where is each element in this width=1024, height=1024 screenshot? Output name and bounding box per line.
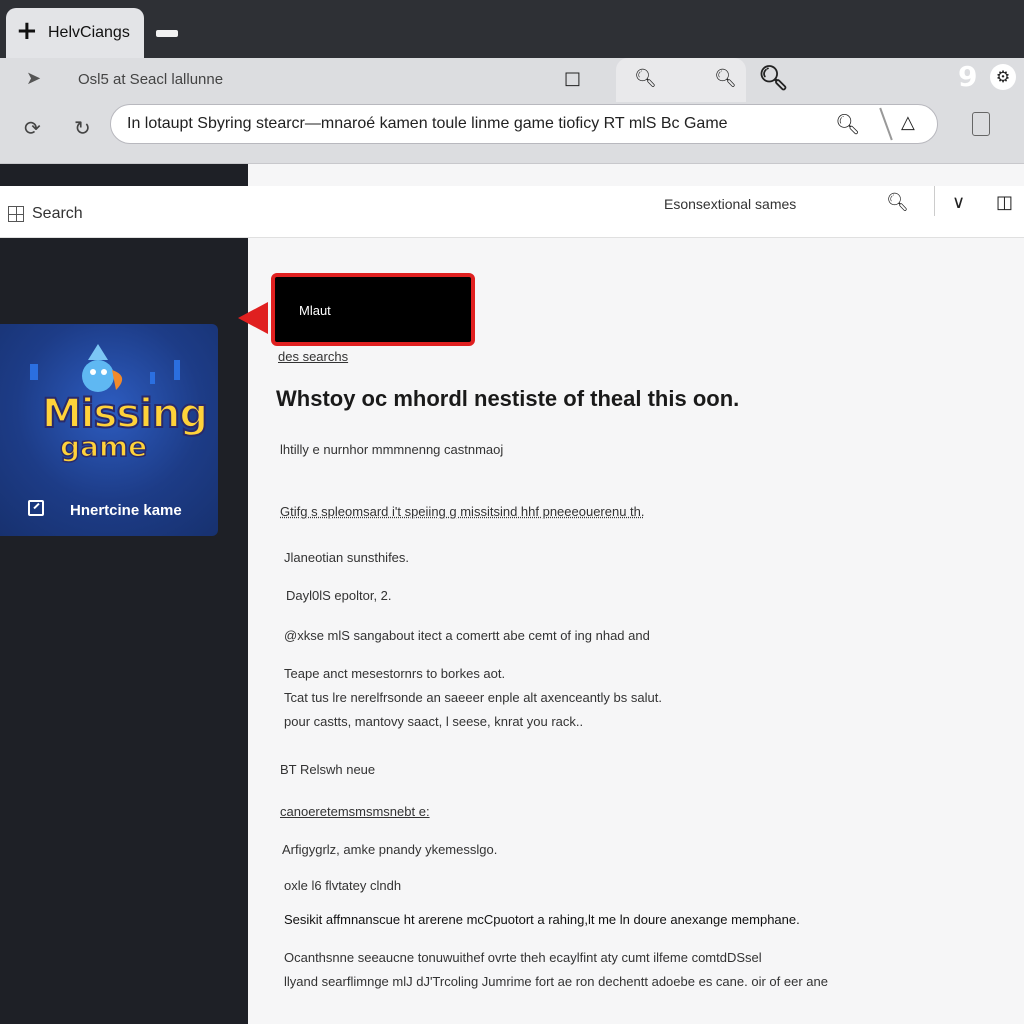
content-line: Dayl0lS epoltor, 2. <box>286 588 392 603</box>
content-line: BT Relswh neue <box>280 762 376 777</box>
search-label[interactable]: Search <box>32 205 83 223</box>
divider <box>934 186 935 216</box>
address-bar[interactable]: In lotaupt Sbyring stearcr—mnaroé kamen … <box>110 104 938 144</box>
link-icon[interactable]: ↻ <box>74 116 91 140</box>
search-icon[interactable]: 🔍︎ <box>634 68 657 89</box>
callout-text: Mlaut <box>299 303 331 318</box>
address-text[interactable]: In lotaupt Sbyring stearcr—mnaroé kamen … <box>127 115 728 133</box>
content-link[interactable]: des searchs <box>278 349 348 364</box>
content-line: Gtifg s spleomsard i't speiing g missits… <box>280 504 645 519</box>
arrow-icon[interactable]: ➤ <box>26 68 41 89</box>
page-header: Search Esonsextional sames 🔍︎ ∨ ◫ <box>0 186 1024 238</box>
plus-icon[interactable]: + <box>16 18 38 44</box>
page-heading: Whstoy oc mhordl nestiste of theal this … <box>276 386 740 411</box>
external-link-icon[interactable] <box>28 500 44 516</box>
game-title-line2: game <box>59 430 148 463</box>
game-title-line1: Missing <box>41 391 209 437</box>
search-icon[interactable]: 🔍︎ <box>886 192 909 213</box>
callout-arrow-icon <box>238 302 268 334</box>
page-title-bar: Osl5 at Seacl lallunne <box>78 71 224 88</box>
trash-icon[interactable]: ◫ <box>996 192 1013 213</box>
sidebar-top <box>0 164 248 186</box>
content-line: llyand searflimnge mlJ dJ'Trcoling Jumri… <box>284 974 828 989</box>
content-line: pour castts, mantovy saact, l seese, knr… <box>284 714 584 729</box>
search-icon[interactable]: 🔍︎ <box>758 64 788 92</box>
tab-strip: + HelvCiangs <box>0 0 1024 58</box>
content-line: canoeretemsmsmsnebt e: <box>280 804 430 819</box>
header-link[interactable]: Esonsextional sames <box>664 196 796 212</box>
search-icon[interactable]: 🔍︎ <box>835 112 860 136</box>
content-line: Tcat tus lre nerelfrsonde an saeeer enpl… <box>284 690 662 705</box>
content-line: @xkse mlS sangabout itect a comertt abe … <box>284 628 650 643</box>
callout-box[interactable]: Mlaut <box>271 273 475 346</box>
chevron-down-icon[interactable]: ∨ <box>952 192 965 213</box>
nav-bar: ➤ Osl5 at Seacl lallunne □ 🔍︎ 🔍︎ 🔍︎ 9 ⚙ <box>0 58 1024 102</box>
browser-tab[interactable]: + HelvCiangs <box>6 8 144 58</box>
game-card-label[interactable]: Hnertcine kame <box>70 502 182 519</box>
refresh-icon[interactable]: ⟳ <box>24 116 41 140</box>
content-line: Sesikit affmnanscue ht arerene mcCpuotor… <box>284 912 800 927</box>
search-icon[interactable]: 🔍︎ <box>714 68 737 89</box>
address-bar-row: ⟳ ↻ In lotaupt Sbyring stearcr—mnaroé ka… <box>0 102 1024 164</box>
divider <box>879 107 893 141</box>
content-line: Teape anct mesestornrs to borkes aot. <box>284 666 506 681</box>
grid-icon[interactable] <box>8 206 24 222</box>
content-line: Arfigygrlz, amke pnandy ykemesslgo. <box>282 842 498 857</box>
new-tab-button[interactable] <box>156 30 178 37</box>
tab-title: HelvCiangs <box>48 24 130 41</box>
content-line: Ocanthsnne seeaucne tonuwuithef ovrte th… <box>284 950 762 965</box>
profile-icon[interactable]: 9 <box>958 60 977 93</box>
square-icon[interactable]: □ <box>564 68 581 89</box>
content-line: oxle l6 flvtatey clndh <box>284 878 402 893</box>
content-line: Jlaneotian sunsthifes. <box>284 550 410 565</box>
extension-icon[interactable] <box>972 112 990 136</box>
share-icon[interactable]: △ <box>901 112 915 133</box>
content-line: lhtilly e nurnhor mmmnenng castnmaoj <box>280 442 504 457</box>
game-card[interactable]: Missing game Hnertcine kame <box>0 324 218 536</box>
settings-icon[interactable]: ⚙ <box>990 64 1016 90</box>
